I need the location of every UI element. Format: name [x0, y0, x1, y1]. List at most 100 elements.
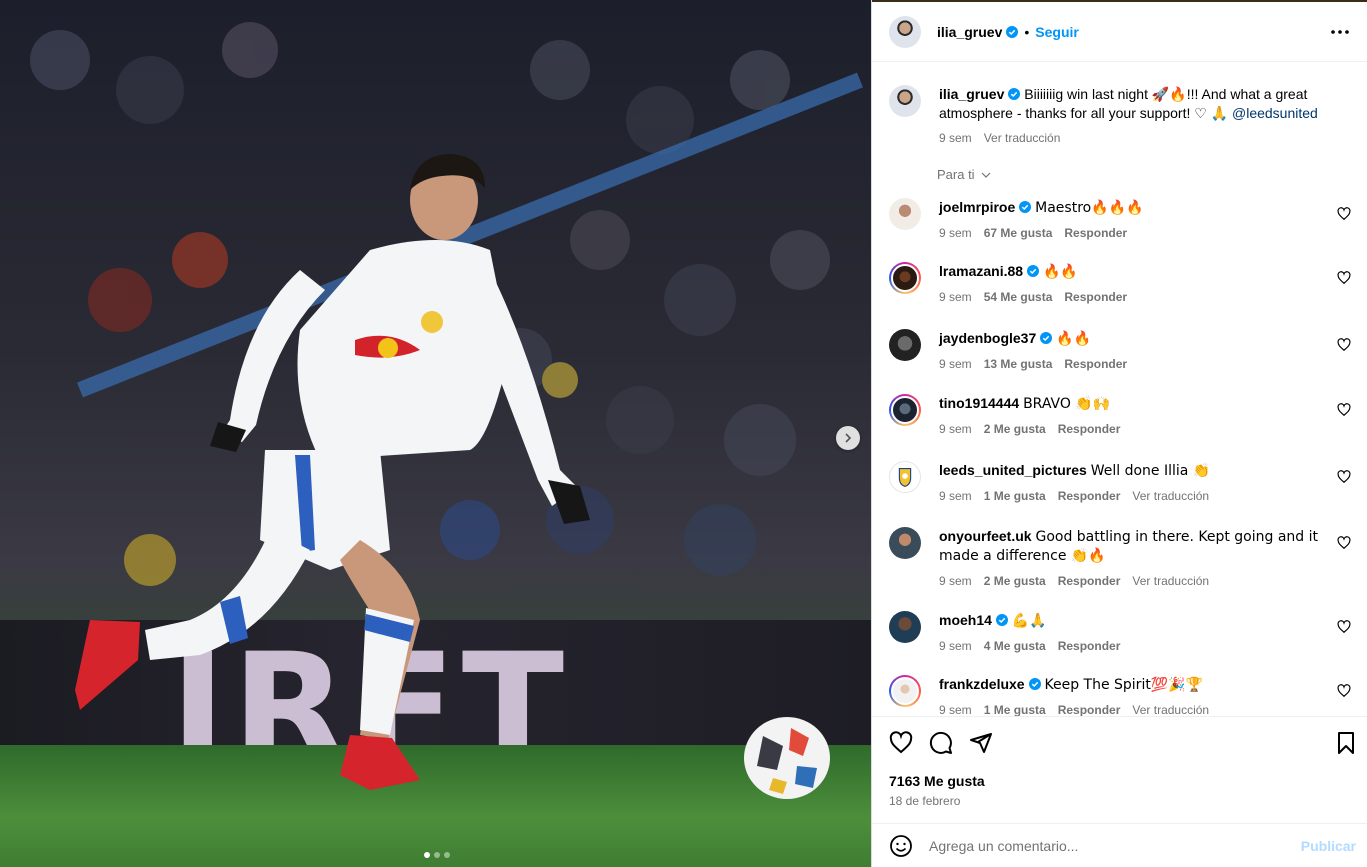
reply-button[interactable]: Responder [1058, 420, 1121, 438]
comment: leeds_united_pictures Well done Illia 👏 … [889, 461, 1351, 505]
verified-icon [1027, 265, 1040, 277]
comment: lramazani.88 🔥🔥 9 sem 54 Me gusta Responde… [889, 262, 1351, 306]
comment-text: 💪🙏 [1011, 613, 1047, 629]
comment-text: 🔥🔥 [1056, 331, 1092, 347]
commenter-username[interactable]: leeds_united_pictures [939, 462, 1087, 478]
comment-age: 9 sem [939, 489, 972, 503]
reply-button[interactable]: Responder [1064, 355, 1127, 373]
heart-icon[interactable] [1337, 620, 1351, 634]
comment-text: BRAVO 👏🙌 [1023, 396, 1111, 412]
match-ball [744, 717, 830, 799]
commenter-username[interactable]: onyourfeet.uk [939, 528, 1032, 544]
commenter-avatar[interactable] [889, 461, 921, 493]
commenter-avatar[interactable] [889, 527, 921, 559]
see-translation-button[interactable]: Ver traducción [1132, 572, 1209, 590]
comment-filter[interactable]: Para ti [937, 167, 991, 182]
heart-icon[interactable] [1337, 536, 1351, 550]
comment-icon[interactable] [929, 731, 953, 755]
comment-composer: Publicar [872, 823, 1367, 867]
next-slide-button[interactable] [836, 426, 860, 450]
comment-likes[interactable]: 13 Me gusta [984, 355, 1053, 373]
reply-button[interactable]: Responder [1058, 637, 1121, 655]
caption-username[interactable]: ilia_gruev [939, 86, 1004, 102]
comment: joelmrpiroe Maestro🔥🔥🔥 9 sem 67 Me gusta R… [889, 198, 1351, 242]
more-icon[interactable] [1328, 20, 1352, 44]
verified-icon [1006, 25, 1019, 38]
comment-age: 9 sem [939, 422, 972, 436]
heart-icon[interactable] [1337, 207, 1351, 221]
comment-age: 9 sem [939, 357, 972, 371]
caption-age: 9 sem [939, 131, 972, 145]
commenter-username[interactable]: joelmrpiroe [939, 199, 1015, 215]
author-avatar[interactable] [889, 15, 921, 48]
comment-text: Keep The Spirit💯🎉🏆 [1044, 677, 1204, 693]
post-header: ilia_gruev • Seguir [872, 2, 1367, 62]
heart-icon[interactable] [1337, 338, 1351, 352]
commenter-avatar[interactable] [889, 611, 921, 643]
heart-icon[interactable] [1337, 684, 1351, 698]
commenter-avatar[interactable] [889, 675, 921, 707]
commenter-avatar[interactable] [889, 394, 921, 426]
reply-button[interactable]: Responder [1058, 487, 1121, 505]
publish-button[interactable]: Publicar [1301, 838, 1356, 854]
header-separator: • [1024, 23, 1030, 40]
reply-button[interactable]: Responder [1058, 572, 1121, 590]
heart-icon[interactable] [1337, 470, 1351, 484]
comment-input[interactable] [929, 834, 1289, 858]
verified-icon [1028, 678, 1041, 690]
comment-likes[interactable]: 54 Me gusta [984, 288, 1053, 306]
post-panel: ilia_gruev • Seguir ilia_gruev Biiiiiiig… [871, 0, 1367, 867]
comment-likes[interactable]: 2 Me gusta [984, 572, 1046, 590]
emoji-icon[interactable] [889, 834, 913, 858]
comment-likes[interactable]: 1 Me gusta [984, 487, 1046, 505]
see-translation-button[interactable]: Ver traducción [1132, 701, 1209, 716]
commenter-avatar[interactable] [889, 262, 921, 294]
post-caption: ilia_gruev Biiiiiiig win last night 🚀🔥!!… [889, 85, 1351, 147]
caption-meta: 9 sem Ver traducción [939, 129, 1327, 147]
bookmark-icon[interactable] [1334, 731, 1358, 755]
comment: jaydenbogle37 🔥🔥 9 sem 13 Me gusta Respond… [889, 329, 1351, 373]
comment-age: 9 sem [939, 703, 972, 716]
see-translation-button[interactable]: Ver traducción [984, 129, 1061, 147]
heart-icon[interactable] [1337, 403, 1351, 417]
verified-icon [1019, 201, 1032, 213]
reply-button[interactable]: Responder [1058, 701, 1121, 716]
reply-button[interactable]: Responder [1064, 224, 1127, 242]
commenter-username[interactable]: jaydenbogle37 [939, 330, 1036, 346]
caption-emoji: 🚀🔥 [1151, 87, 1187, 103]
leeds-crest-icon [898, 468, 912, 487]
slide-dot [434, 852, 440, 858]
reply-button[interactable]: Responder [1064, 288, 1127, 306]
comment-likes[interactable]: 4 Me gusta [984, 637, 1046, 655]
comment-likes[interactable]: 2 Me gusta [984, 420, 1046, 438]
caption-mention[interactable]: @leedsunited [1232, 105, 1318, 121]
comment-age: 9 sem [939, 290, 972, 304]
follow-button[interactable]: Seguir [1035, 24, 1079, 40]
comment-text: 🔥🔥 [1042, 264, 1078, 280]
likes-count[interactable]: 7163 Me gusta [889, 773, 985, 789]
comment: tino1914444 BRAVO 👏🙌 9 sem 2 Me gusta Resp… [889, 394, 1351, 438]
comment-age: 9 sem [939, 639, 972, 653]
share-icon[interactable] [969, 731, 993, 755]
verified-icon [1008, 88, 1021, 100]
author-username[interactable]: ilia_gruev [937, 24, 1019, 40]
commenter-username[interactable]: frankzdeluxe [939, 676, 1025, 692]
commenter-avatar[interactable] [889, 329, 921, 361]
commenter-username[interactable]: lramazani.88 [939, 263, 1023, 279]
verified-icon [995, 614, 1008, 626]
comment-likes[interactable]: 1 Me gusta [984, 701, 1046, 716]
heart-icon[interactable] [1337, 271, 1351, 285]
author-name[interactable]: ilia_gruev [937, 24, 1002, 40]
comment-likes[interactable]: 67 Me gusta [984, 224, 1053, 242]
post-date[interactable]: 18 de febrero [889, 794, 960, 808]
post-media[interactable]: IRFT [0, 0, 871, 867]
commenter-avatar[interactable] [889, 198, 921, 230]
slide-dot [444, 852, 450, 858]
comments-section[interactable]: ilia_gruev Biiiiiiig win last night 🚀🔥!!… [872, 63, 1367, 716]
commenter-username[interactable]: moeh14 [939, 612, 992, 628]
commenter-username[interactable]: tino1914444 [939, 395, 1019, 411]
heart-icon[interactable] [889, 731, 913, 755]
caption-avatar[interactable] [889, 85, 921, 117]
chevron-down-icon [981, 172, 991, 178]
see-translation-button[interactable]: Ver traducción [1132, 487, 1209, 505]
